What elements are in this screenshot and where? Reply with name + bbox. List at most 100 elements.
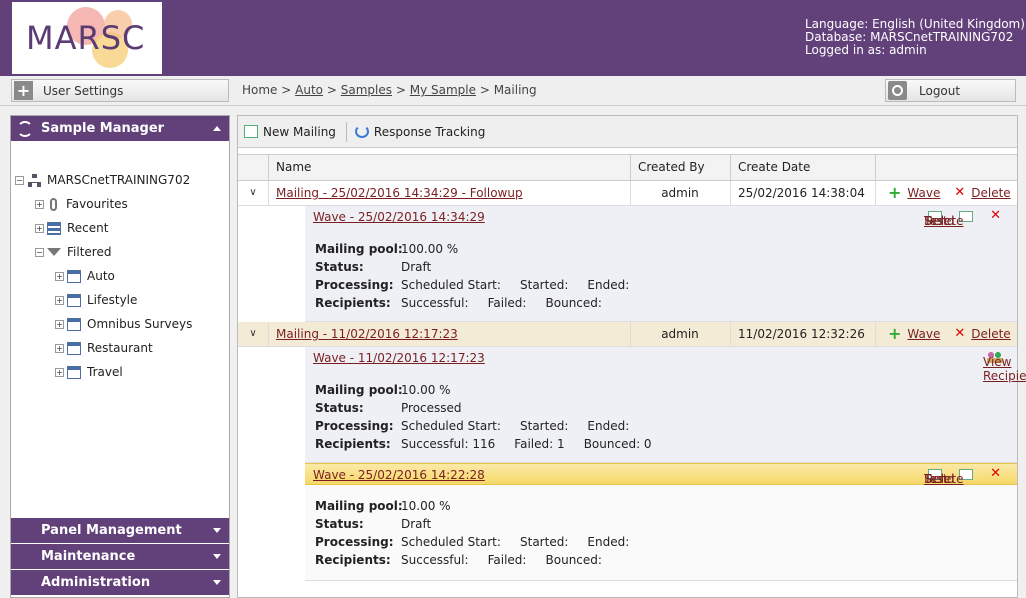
logged-in-info: Logged in as: admin — [805, 43, 927, 57]
column-header-name[interactable]: Name — [268, 155, 630, 180]
tree-item-auto[interactable]: + Auto — [55, 267, 115, 285]
wave-details: Mailing pool: 100.00 % Status: Draft Proce… — [305, 228, 1017, 318]
power-icon — [888, 81, 907, 100]
breadcrumb-separator: > — [281, 83, 292, 97]
delete-wave-link[interactable]: Delete — [924, 472, 963, 486]
column-header-created-by[interactable]: Created By — [630, 155, 730, 180]
logout-label: Logout — [919, 83, 961, 98]
wave-title-link[interactable]: Wave - 11/02/2016 12:17:23 — [313, 351, 485, 365]
sidebar: Sample Manager − MARSCnetTRAINING702 + F… — [10, 115, 230, 598]
new-mailing-button[interactable]: New Mailing — [244, 125, 336, 139]
tree-item-favourites[interactable]: + Favourites — [35, 195, 128, 213]
expand-icon[interactable]: + — [55, 295, 64, 305]
recipients-value: Successful: 116 Failed: 1 Bounced: 0 — [401, 437, 652, 451]
delete-mailing-link[interactable]: Delete — [971, 322, 1010, 346]
response-tracking-button[interactable]: Response Tracking — [354, 125, 485, 139]
marsc-logo: MARSC — [12, 2, 162, 74]
mailing-row[interactable]: ∨ Mailing - 25/02/2016 14:34:29 - Follow… — [238, 181, 1017, 206]
mailing-row[interactable]: ∨ Mailing - 11/02/2016 12:17:23 admin 11… — [238, 322, 1017, 347]
tree-item-lifestyle[interactable]: + Lifestyle — [55, 291, 137, 309]
expand-icon[interactable]: + — [55, 343, 64, 353]
tree-item-label: Favourites — [66, 197, 128, 211]
breadcrumb-separator: > — [326, 83, 337, 97]
mailing-toolbar: New Mailing Response Tracking — [238, 116, 1017, 148]
wave-actions: Test Send ✕ Delete — [916, 209, 1007, 228]
tree-root[interactable]: − MARSCnetTRAINING702 — [15, 171, 190, 189]
tree-item-label: Restaurant — [87, 341, 153, 355]
delete-mailing-link[interactable]: Delete — [971, 181, 1010, 205]
logo-text: MARSC — [26, 19, 146, 57]
chevron-down-icon[interactable]: ∨ — [238, 181, 268, 205]
wave-details: Mailing pool: 10.00 % Status: Draft Proces… — [305, 485, 1017, 575]
status-label: Status: — [315, 517, 364, 531]
recipients-label: Recipients: — [315, 437, 391, 451]
expand-icon[interactable]: + — [55, 367, 64, 377]
refresh-icon — [354, 125, 369, 138]
recipients-label: Recipients: — [315, 296, 391, 310]
tree-item-omnibus-surveys[interactable]: + Omnibus Surveys — [55, 315, 192, 333]
tree-item-travel[interactable]: + Travel — [55, 363, 123, 381]
wave-title-bar-selected[interactable]: Wave - 25/02/2016 14:22:28 Test Send ✕ De… — [305, 463, 1017, 486]
panel-management-header[interactable]: Panel Management — [11, 518, 229, 543]
wave-title-link[interactable]: Wave - 25/02/2016 14:34:29 — [313, 210, 485, 224]
breadcrumb-samples[interactable]: Samples — [341, 83, 392, 97]
wave-title-link[interactable]: Wave - 25/02/2016 14:22:28 — [313, 468, 485, 482]
collapse-icon[interactable]: − — [15, 175, 24, 185]
maintenance-header[interactable]: Maintenance — [11, 544, 229, 569]
actions-column-header — [875, 155, 1017, 180]
status-value: Draft — [401, 517, 432, 531]
chevron-up-icon — [213, 126, 221, 131]
collapse-icon[interactable]: − — [35, 247, 44, 257]
tree-item-filtered[interactable]: − Filtered — [35, 243, 111, 261]
add-wave-link[interactable]: Wave — [907, 322, 940, 346]
processing-value: Scheduled Start: Started: Ended: — [401, 419, 630, 433]
sample-icon — [67, 365, 81, 379]
sample-manager-header[interactable]: Sample Manager — [11, 116, 229, 141]
status-value: Draft — [401, 260, 432, 274]
expand-column-header — [238, 155, 268, 180]
tree-item-recent[interactable]: + Recent — [35, 219, 108, 237]
breadcrumb-separator: > — [395, 83, 406, 97]
expand-icon[interactable]: + — [35, 199, 44, 209]
wave-panel: Wave - 25/02/2016 14:22:28 Test Send ✕ De… — [305, 463, 1017, 581]
breadcrumb: Home > Auto > Samples > My Sample > Mail… — [242, 83, 537, 97]
expand-icon[interactable]: + — [55, 271, 64, 281]
filter-icon — [47, 248, 61, 256]
mailing-grid: Name Created By Create Date ∨ Mailing - … — [238, 154, 1026, 581]
grid-divider — [875, 322, 876, 346]
chevron-down-icon[interactable]: ∨ — [238, 322, 268, 346]
mailing-pool-value: 100.00 % — [401, 242, 459, 256]
tree-item-label: Auto — [87, 269, 115, 283]
mailing-name-link[interactable]: Mailing - 11/02/2016 12:17:23 — [276, 327, 458, 341]
expand-icon[interactable]: + — [55, 319, 64, 329]
chevron-down-icon — [213, 580, 221, 585]
session-info: Language: English (United Kingdom) Datab… — [805, 18, 1025, 57]
breadcrumb-my-sample[interactable]: My Sample — [410, 83, 476, 97]
status-value: Processed — [401, 401, 462, 415]
breadcrumb-auto[interactable]: Auto — [295, 83, 323, 97]
breadcrumb-home[interactable]: Home — [242, 83, 277, 97]
mailing-pool-label: Mailing pool: — [315, 383, 403, 397]
logout-button[interactable]: Logout — [885, 79, 1016, 102]
mailing-pool-value: 10.00 % — [401, 499, 451, 513]
mailing-name-link[interactable]: Mailing - 25/02/2016 14:34:29 - Followup — [276, 186, 523, 200]
delete-icon: ✕ — [990, 466, 1001, 481]
status-label: Status: — [315, 260, 364, 274]
delete-icon: ✕ — [954, 326, 966, 341]
tree-item-label: Filtered — [67, 245, 112, 259]
administration-header[interactable]: Administration — [11, 570, 229, 595]
recipients-value: Successful: Failed: Bounced: — [401, 553, 602, 567]
wave-panel: Wave - 25/02/2016 14:34:29 Test Send ✕ De… — [305, 206, 1017, 322]
user-settings-button[interactable]: + User Settings — [11, 79, 229, 102]
tree-item-restaurant[interactable]: + Restaurant — [55, 339, 153, 357]
create-date-cell: 11/02/2016 12:32:26 — [738, 327, 865, 341]
mailing-pool-value: 10.00 % — [401, 383, 451, 397]
add-wave-link[interactable]: Wave — [907, 181, 940, 205]
expand-icon[interactable]: + — [35, 223, 44, 233]
user-settings-label: User Settings — [43, 83, 124, 98]
mailing-pool-label: Mailing pool: — [315, 499, 403, 513]
tree-root-label: MARSCnetTRAINING702 — [47, 173, 191, 187]
column-header-create-date[interactable]: Create Date — [730, 155, 875, 180]
delete-wave-link[interactable]: Delete — [924, 214, 963, 228]
sample-icon — [67, 317, 81, 331]
